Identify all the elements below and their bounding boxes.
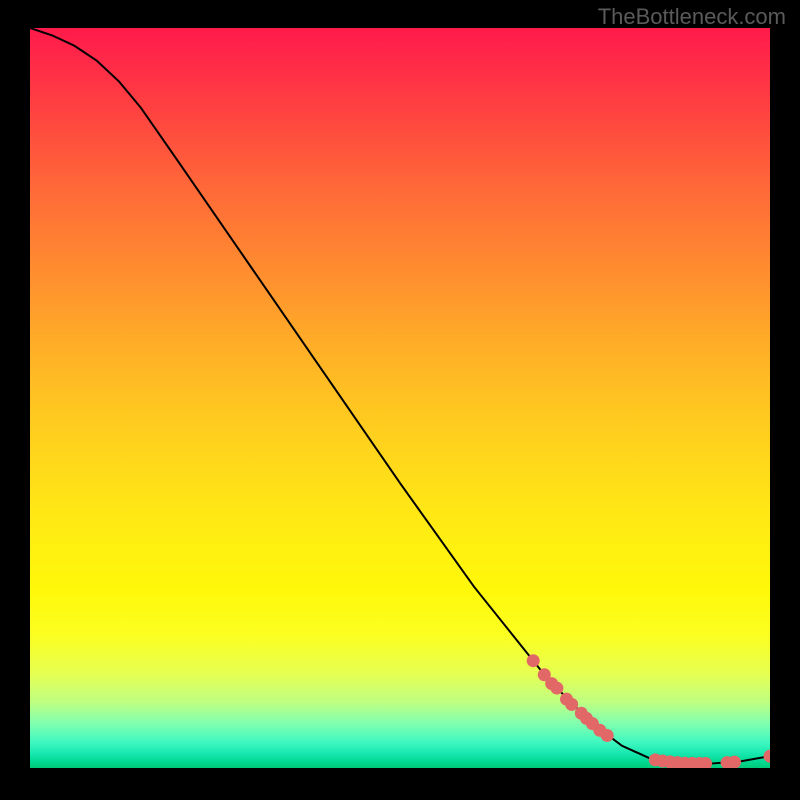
bottleneck-curve xyxy=(30,28,770,764)
data-point xyxy=(728,756,741,768)
data-point xyxy=(565,698,578,711)
curve-line xyxy=(30,28,770,764)
watermark-text: TheBottleneck.com xyxy=(598,4,786,30)
data-point xyxy=(527,654,540,667)
chart-plot-area xyxy=(30,28,770,768)
data-point xyxy=(550,682,563,695)
chart-svg xyxy=(30,28,770,768)
data-point xyxy=(764,750,771,763)
data-point xyxy=(601,729,614,742)
data-points xyxy=(527,654,770,768)
